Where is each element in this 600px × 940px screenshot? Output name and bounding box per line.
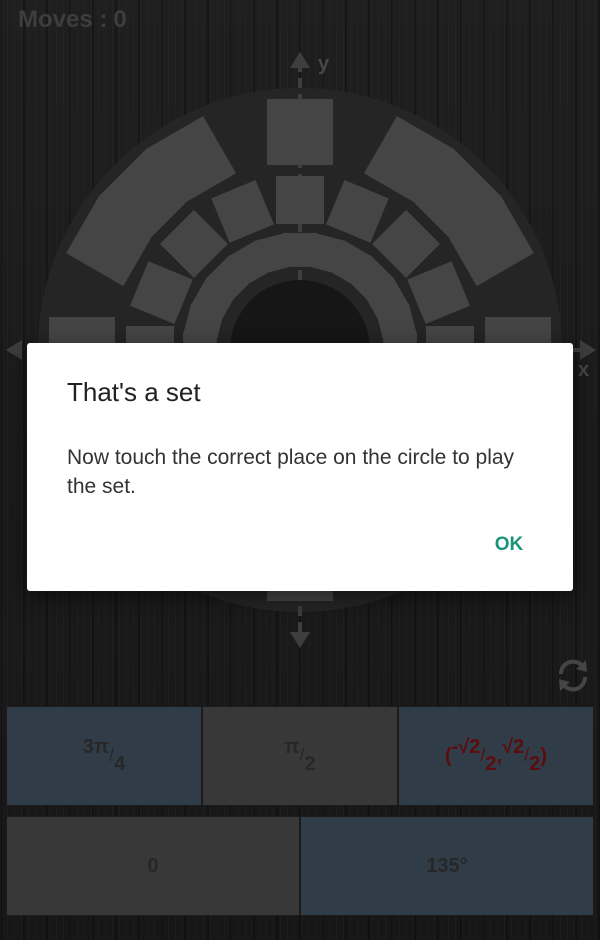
set-dialog: That's a set Now touch the correct place… [27,343,573,591]
ok-button[interactable]: OK [479,531,539,559]
dialog-title: That's a set [67,377,201,407]
dialog-message: Now touch the correct place on the circl… [67,446,515,498]
